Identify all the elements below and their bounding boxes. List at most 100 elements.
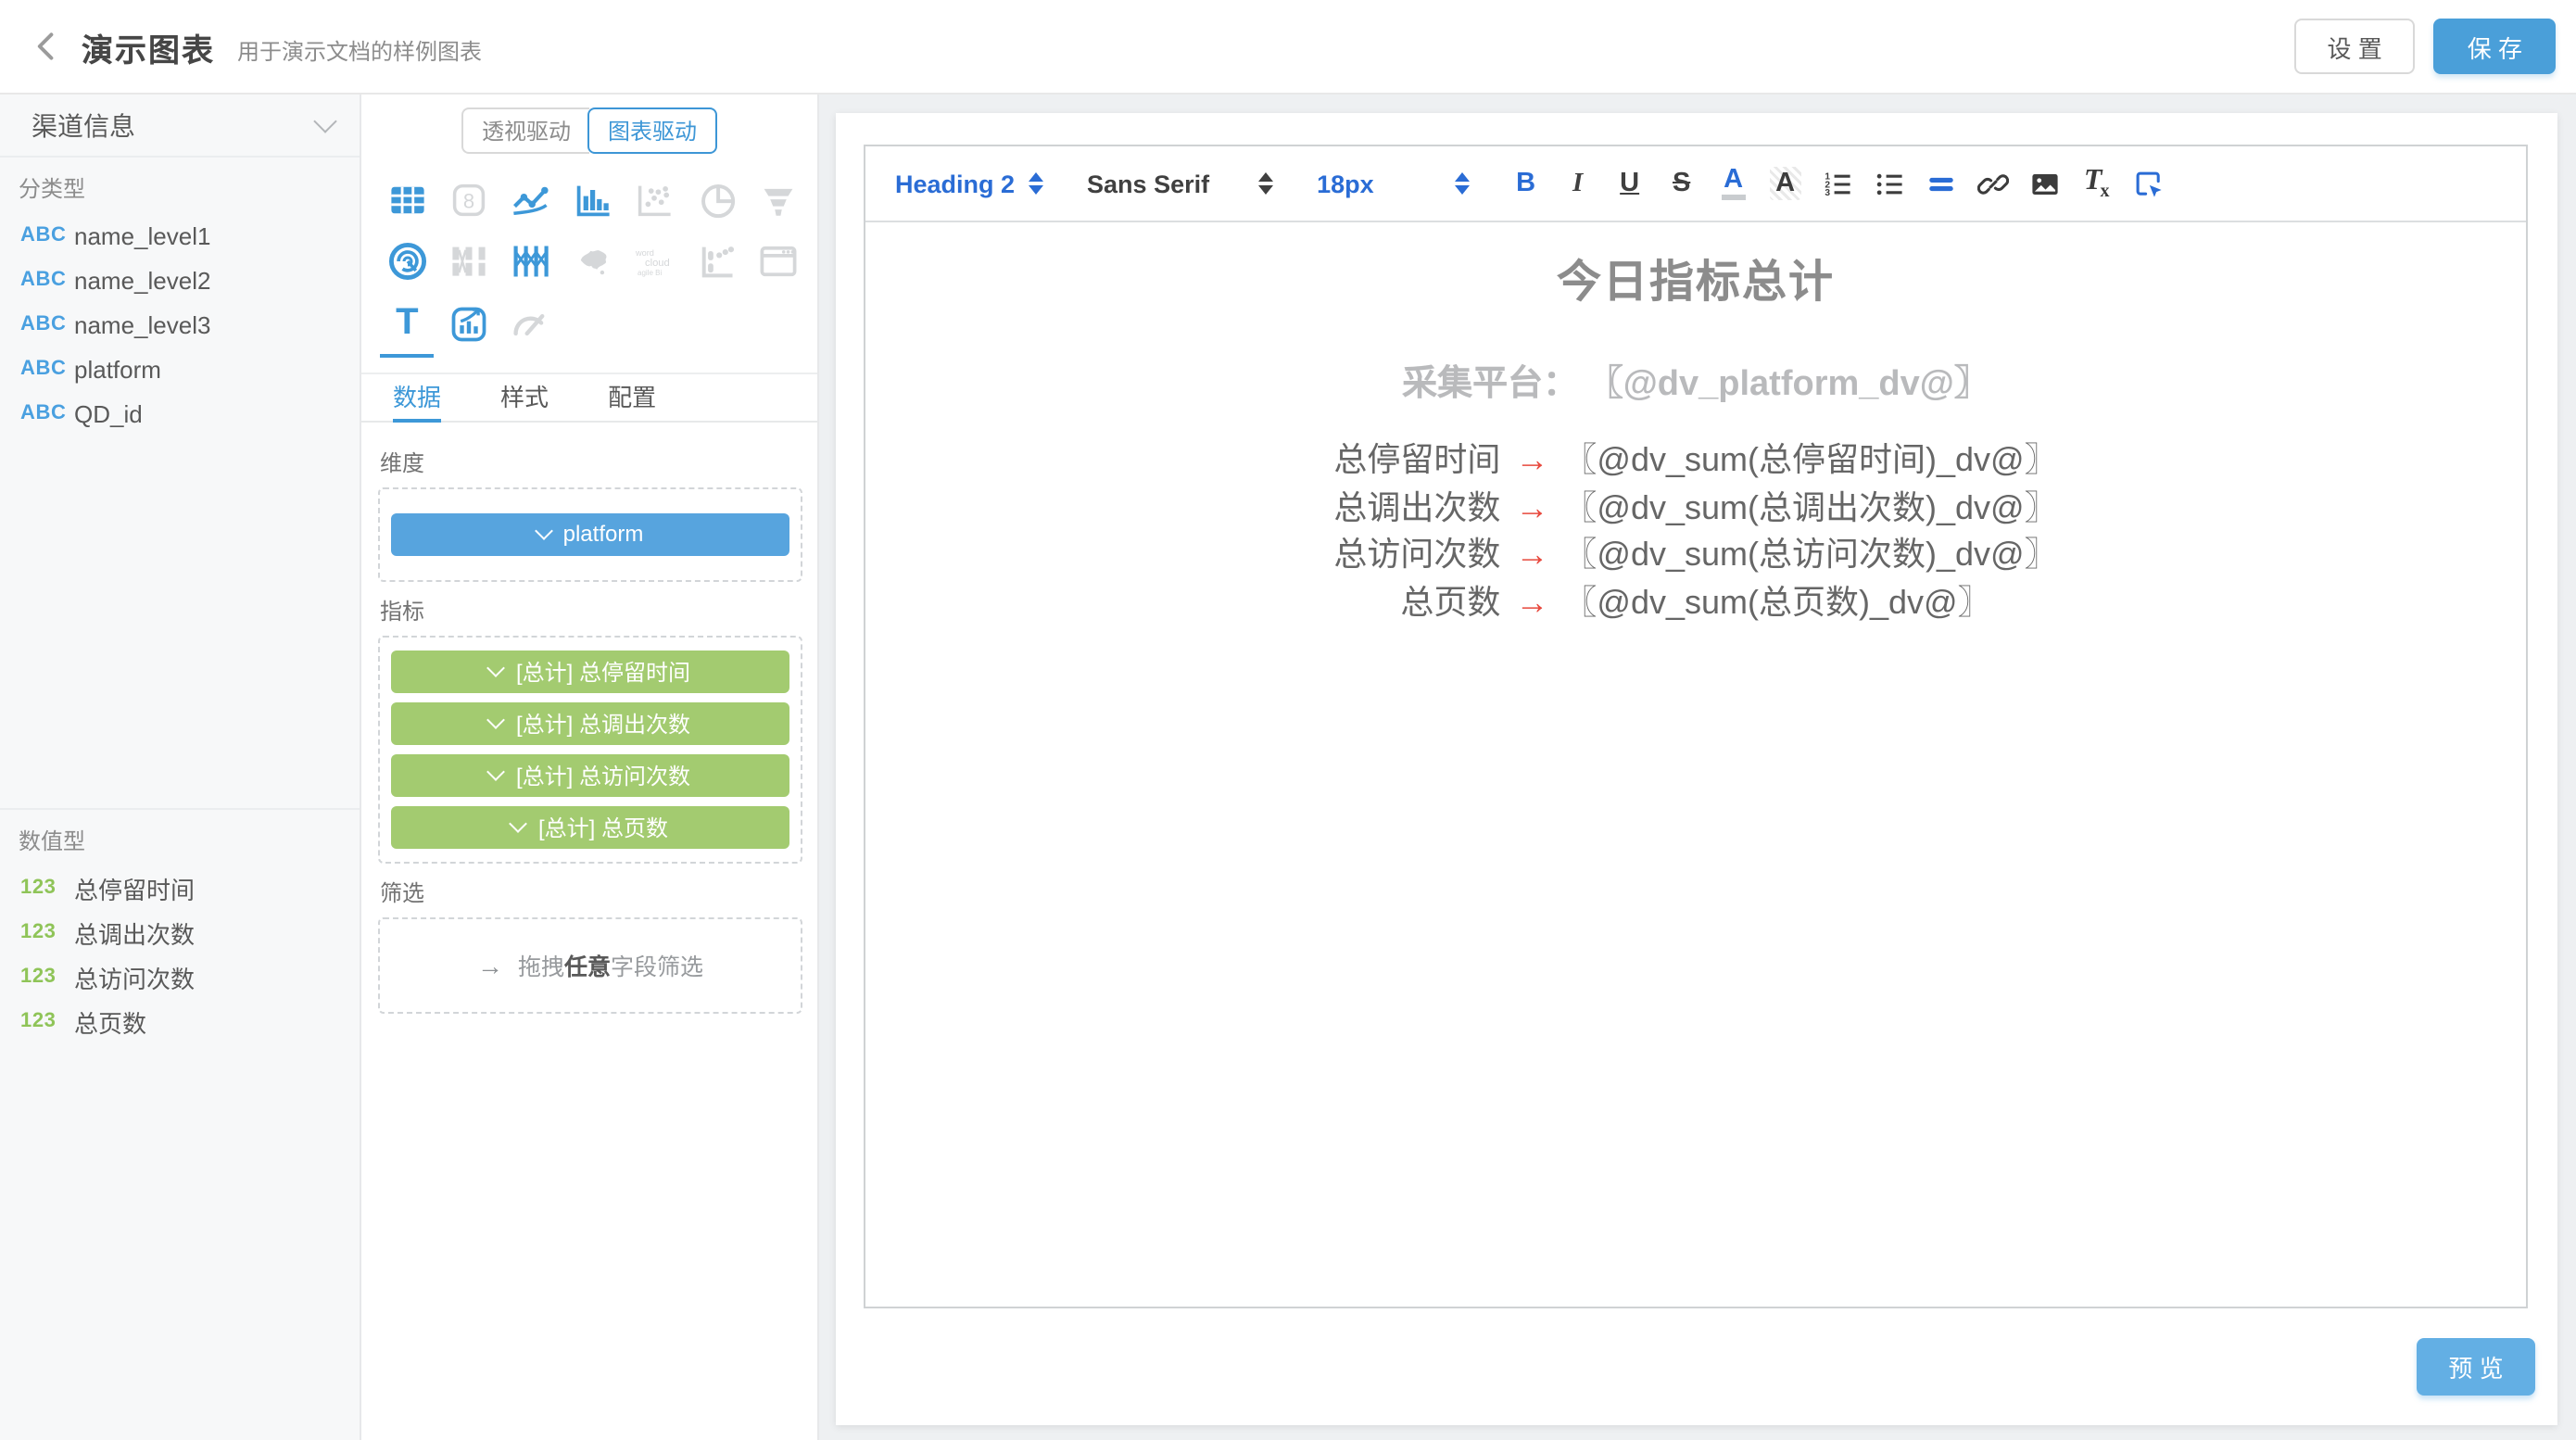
updown-arrows-icon: [1456, 172, 1471, 195]
chart-type-metric-card-icon[interactable]: [438, 293, 500, 355]
text-widget-card: Heading 2 Sans Serif 18px B I: [836, 113, 2557, 1425]
field-label: 总页数: [74, 1004, 146, 1039]
chart-type-iframe-icon[interactable]: [748, 231, 810, 293]
doc-platform-line: 采集平台： 〖@dv_platform_dv@〗: [865, 361, 2526, 410]
highlight-color-button[interactable]: A: [1760, 159, 1812, 208]
chevron-down-icon: [313, 109, 336, 133]
save-button[interactable]: 保 存: [2434, 19, 2556, 74]
chevron-down-icon: [487, 763, 506, 781]
chart-config-panel: 透视驱动 图表驱动 8: [361, 95, 819, 1440]
link-button[interactable]: [1967, 159, 2019, 208]
heading-select[interactable]: Heading 2: [895, 170, 1042, 197]
field-name-level3[interactable]: ABC name_level3: [0, 302, 360, 347]
field-label: QD_id: [74, 399, 143, 427]
editor-toolbar: Heading 2 Sans Serif 18px B I: [865, 146, 2526, 222]
font-family-select[interactable]: Sans Serif: [1087, 170, 1272, 197]
bullet-list-button[interactable]: [1863, 159, 1915, 208]
field-name-level2[interactable]: ABC name_level2: [0, 258, 360, 302]
chart-type-table-icon[interactable]: [376, 169, 438, 231]
text-color-button[interactable]: A: [1708, 159, 1760, 208]
chart-type-counter-icon[interactable]: 8: [438, 169, 500, 231]
chart-type-funnel-icon[interactable]: [748, 169, 810, 231]
chart-type-china-map-icon[interactable]: [562, 231, 624, 293]
field-label: platform: [74, 355, 161, 383]
heading-select-value: Heading 2: [895, 170, 1015, 197]
svg-text:agile Bi: agile Bi: [638, 270, 663, 278]
page-subtitle: 用于演示文档的样例图表: [237, 34, 482, 66]
strikethrough-button[interactable]: S: [1656, 159, 1708, 208]
chart-type-bar-chart-icon[interactable]: [562, 169, 624, 231]
dimension-dropzone[interactable]: platform: [378, 486, 802, 581]
back-button[interactable]: [26, 26, 67, 67]
metric-pill-total-callout-count[interactable]: [总计] 总调出次数: [391, 701, 789, 744]
filter-hint: 字段筛选: [611, 947, 703, 982]
chevron-down-icon: [487, 659, 506, 677]
number-type-icon: 123: [20, 966, 63, 988]
field-label: name_level2: [74, 266, 210, 294]
metric-pill-total-visit-count[interactable]: [总计] 总访问次数: [391, 753, 789, 796]
pill-label: [总计] 总页数: [538, 811, 668, 842]
panel-tabs: 数据 样式 配置: [361, 372, 817, 422]
filter-dropzone[interactable]: → 拖拽任意字段筛选: [378, 916, 802, 1013]
rich-text-editor: Heading 2 Sans Serif 18px B I: [864, 145, 2528, 1308]
chart-type-parallel-icon[interactable]: [500, 231, 562, 293]
chart-type-scatter-icon[interactable]: [624, 169, 686, 231]
top-bar: 演示图表 用于演示文档的样例图表 设 置 保 存: [0, 0, 2576, 95]
italic-button[interactable]: I: [1552, 159, 1604, 208]
chart-type-gauge-icon[interactable]: [500, 293, 562, 355]
field-total-callout-count[interactable]: 123 总调出次数: [0, 910, 360, 954]
doc-metric-lines: 总停留时间→〖@dv_sum(总停留时间)_dv@〗 总调出次数→〖@dv_su…: [865, 437, 2526, 626]
chart-type-radar-icon[interactable]: [376, 231, 438, 293]
chart-type-word-cloud-icon[interactable]: wordcloudagile Bi: [624, 231, 686, 293]
string-type-icon: ABC: [20, 269, 63, 291]
metric-pill-total-stay-time[interactable]: [总计] 总停留时间: [391, 650, 789, 692]
underline-button[interactable]: U: [1604, 159, 1656, 208]
arrow-right-icon: →: [1500, 536, 1563, 573]
chart-type-combo-icon[interactable]: [686, 231, 748, 293]
chart-type-line-chart-icon[interactable]: [500, 169, 562, 231]
doc-metric-line: 总访问次数→〖@dv_sum(总访问次数)_dv@〗: [865, 532, 2526, 579]
metric-line-variable: 〖@dv_sum(总访问次数)_dv@〗: [1563, 536, 2057, 573]
page-title: 演示图表: [82, 23, 215, 69]
preview-button[interactable]: 预 览: [2417, 1338, 2535, 1396]
dataset-selector[interactable]: 渠道信息: [0, 95, 360, 158]
chart-type-sankey-icon[interactable]: [438, 231, 500, 293]
field-name-level1[interactable]: ABC name_level1: [0, 213, 360, 258]
doc-metric-line: 总调出次数→〖@dv_sum(总调出次数)_dv@〗: [865, 485, 2526, 532]
pill-label: [总计] 总调出次数: [516, 707, 690, 739]
field-total-pages[interactable]: 123 总页数: [0, 999, 360, 1043]
editor-content[interactable]: 今日指标总计 采集平台： 〖@dv_platform_dv@〗 总停留时间→〖@…: [865, 222, 2526, 1307]
field-qd-id[interactable]: ABC QD_id: [0, 391, 360, 436]
tab-style[interactable]: 样式: [500, 373, 549, 422]
metric-line-label: 总页数: [1400, 583, 1500, 620]
dimension-pill-platform[interactable]: platform: [391, 512, 789, 555]
settings-button[interactable]: 设 置: [2294, 19, 2416, 74]
chart-type-text-icon[interactable]: T: [376, 293, 438, 355]
font-size-select[interactable]: 18px: [1317, 170, 1471, 197]
metric-line-variable: 〖@dv_sum(总页数)_dv@〗: [1563, 583, 1990, 620]
mode-chart-button[interactable]: 图表驱动: [587, 107, 717, 154]
insert-variable-button[interactable]: [2123, 159, 2175, 208]
doc-metric-line: 总页数→〖@dv_sum(总页数)_dv@〗: [865, 579, 2526, 626]
dataset-name: 渠道信息: [32, 107, 135, 144]
metrics-dropzone[interactable]: [总计] 总停留时间 [总计] 总调出次数 [总计] 总访问次数 [总计] 总页…: [378, 635, 802, 863]
section-label-category: 分类型: [0, 174, 360, 204]
metric-pill-total-pages[interactable]: [总计] 总页数: [391, 805, 789, 848]
field-label: 总调出次数: [74, 915, 195, 950]
clear-format-button[interactable]: Tx: [2071, 159, 2123, 208]
align-center-button[interactable]: [1915, 159, 1967, 208]
tab-config[interactable]: 配置: [608, 373, 656, 422]
bold-button[interactable]: B: [1500, 159, 1552, 208]
insert-image-button[interactable]: [2019, 159, 2071, 208]
chart-type-pie-icon[interactable]: [686, 169, 748, 231]
arrow-right-icon: →: [1500, 583, 1563, 620]
field-total-visit-count[interactable]: 123 总访问次数: [0, 954, 360, 999]
doc-platform-variable: 〖@dv_platform_dv@〗: [1588, 365, 1989, 404]
section-label-numeric: 数值型: [0, 827, 360, 856]
ordered-list-button[interactable]: 123: [1812, 159, 1863, 208]
chevron-left-icon: [30, 30, 63, 63]
tab-data[interactable]: 数据: [393, 373, 441, 422]
field-platform[interactable]: ABC platform: [0, 347, 360, 391]
field-total-stay-time[interactable]: 123 总停留时间: [0, 865, 360, 910]
mode-pivot-button[interactable]: 透视驱动: [461, 107, 589, 154]
